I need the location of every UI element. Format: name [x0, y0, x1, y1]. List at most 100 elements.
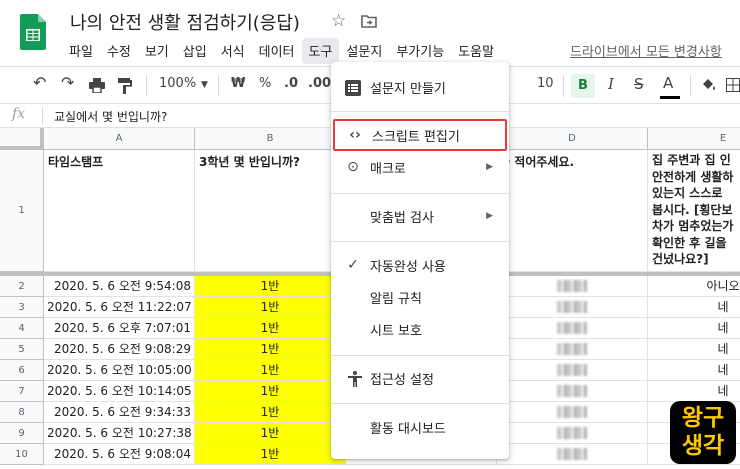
strikethrough-button[interactable]: S [634, 75, 644, 93]
menu-item-create-form[interactable]: 설문지 만들기 [331, 71, 509, 103]
timestamp-cell[interactable]: 2020. 5. 6 오전 10:27:38 [44, 423, 195, 444]
name-cell[interactable] [497, 297, 648, 318]
name-cell[interactable] [497, 423, 648, 444]
zoom-dropdown-icon[interactable]: ▼ [201, 80, 208, 90]
header-cell-name[interactable]: 이름을 적어주세요. [497, 150, 648, 272]
name-cell[interactable] [497, 381, 648, 402]
row-header[interactable]: 3 [0, 297, 44, 318]
document-title[interactable]: 나의 안전 생활 점검하기(응답) [70, 9, 300, 35]
timestamp-cell[interactable]: 2020. 5. 6 오전 11:22:07 [44, 297, 195, 318]
menu-addons[interactable]: 부가기능 [389, 38, 451, 64]
menu-item-activity-dashboard[interactable]: 활동 대시보드 [331, 411, 509, 443]
borders-icon[interactable] [726, 78, 740, 92]
redo-icon[interactable]: ↷ [61, 73, 74, 92]
menu-item-label: 시트 보호 [370, 323, 422, 339]
menu-view[interactable]: 보기 [138, 38, 176, 64]
name-cell[interactable] [497, 318, 648, 339]
menu-item-accessibility[interactable]: 접근성 설정 [331, 362, 509, 394]
name-cell[interactable] [497, 444, 648, 465]
row-header[interactable]: 4 [0, 318, 44, 339]
menu-edit[interactable]: 수정 [100, 38, 138, 64]
text-color-button[interactable]: A [663, 74, 673, 92]
timestamp-cell[interactable]: 2020. 5. 6 오전 9:34:33 [44, 402, 195, 423]
class-cell[interactable]: 1반 [195, 318, 346, 339]
italic-button[interactable]: I [608, 75, 614, 93]
timestamp-cell[interactable]: 2020. 5. 6 오전 9:08:04 [44, 444, 195, 465]
decrease-decimal-button[interactable]: .0 [284, 76, 298, 91]
class-cell[interactable]: 1반 [195, 402, 346, 423]
class-cell[interactable]: 1반 [195, 276, 346, 297]
answer-cell[interactable]: 아니오 [648, 276, 740, 297]
class-cell[interactable]: 1반 [195, 360, 346, 381]
column-header-e[interactable]: E [648, 128, 740, 150]
class-cell[interactable]: 1반 [195, 381, 346, 402]
timestamp-cell[interactable]: 2020. 5. 6 오후 7:07:01 [44, 318, 195, 339]
class-cell[interactable]: 1반 [195, 423, 346, 444]
font-size-select[interactable]: 10 [537, 76, 554, 91]
row-header[interactable]: 8 [0, 402, 44, 423]
timestamp-cell[interactable]: 2020. 5. 6 오전 10:05:00 [44, 360, 195, 381]
menu-file[interactable]: 파일 [62, 38, 100, 64]
header-cell-class[interactable]: 3학년 몇 반입니까? [195, 150, 346, 272]
percent-format-button[interactable]: % [259, 76, 271, 91]
row-header[interactable]: 1 [0, 150, 44, 272]
row-header[interactable]: 10 [0, 444, 44, 465]
menu-item-macros[interactable]: ⊙ 매크로 ▶ [331, 151, 509, 183]
answer-cell[interactable]: 네 [648, 297, 740, 318]
redacted-name [557, 364, 587, 376]
menu-form[interactable]: 설문지 [339, 38, 389, 64]
timestamp-cell[interactable]: 2020. 5. 6 오전 9:08:29 [44, 339, 195, 360]
answer-cell[interactable]: 네 [648, 381, 740, 402]
row-header[interactable]: 7 [0, 381, 44, 402]
menu-item-autocomplete[interactable]: ✓ 자동완성 사용 [331, 249, 509, 281]
formula-input[interactable]: 교실에서 몇 번입니까? [54, 108, 167, 125]
menu-item-label: 접근성 설정 [370, 372, 434, 388]
currency-format-button[interactable]: ₩ [231, 76, 245, 91]
column-header-b[interactable]: B [195, 128, 346, 150]
undo-icon[interactable]: ↶ [33, 73, 46, 92]
move-folder-icon[interactable] [361, 15, 377, 28]
header-cell-question[interactable]: 집 주변과 집 인 안전하게 생활하 있는지 스스로 봅시다. [횡단보 차가 … [648, 150, 740, 272]
column-header-a[interactable]: A [44, 128, 195, 150]
name-cell[interactable] [497, 360, 648, 381]
class-cell[interactable]: 1반 [195, 339, 346, 360]
row-header[interactable]: 2 [0, 276, 44, 297]
answer-cell[interactable]: 네 [648, 339, 740, 360]
answer-cell[interactable]: 네 [648, 360, 740, 381]
menu-item-notification-rules[interactable]: 알림 규칙 [331, 281, 509, 313]
row-header[interactable]: 9 [0, 423, 44, 444]
row-header[interactable]: 5 [0, 339, 44, 360]
class-cell[interactable]: 1반 [195, 297, 346, 318]
redacted-name [557, 427, 587, 439]
name-cell[interactable] [497, 339, 648, 360]
menu-tools[interactable]: 도구 [301, 38, 340, 64]
menu-data[interactable]: 데이터 [252, 38, 302, 64]
menu-help[interactable]: 도움말 [451, 38, 501, 64]
bold-button[interactable]: B [571, 74, 595, 98]
menu-item-spelling[interactable]: 맞춤법 검사 ▶ [331, 200, 509, 232]
sheets-logo-icon[interactable] [20, 14, 46, 50]
name-cell[interactable] [497, 276, 648, 297]
zoom-select[interactable]: 100% [159, 76, 196, 91]
menu-format[interactable]: 서식 [214, 38, 252, 64]
column-header-d[interactable]: D [497, 128, 648, 150]
star-icon[interactable]: ☆ [331, 11, 346, 31]
answer-cell[interactable]: 네 [648, 318, 740, 339]
check-icon: ✓ [347, 257, 359, 273]
paint-format-icon[interactable] [118, 78, 132, 94]
timestamp-cell[interactable]: 2020. 5. 6 오전 10:14:05 [44, 381, 195, 402]
header-cell-timestamp[interactable]: 타임스탬프 [44, 150, 195, 272]
print-icon[interactable] [89, 78, 105, 93]
menu-item-protect-sheet[interactable]: 시트 보호 [331, 313, 509, 345]
redacted-name [557, 322, 587, 334]
menu-item-script-editor[interactable]: ‹› 스크립트 편집기 [333, 119, 507, 151]
fill-color-icon[interactable] [701, 78, 717, 93]
row-header[interactable]: 6 [0, 360, 44, 381]
select-all-corner[interactable] [0, 128, 44, 150]
class-cell[interactable]: 1반 [195, 444, 346, 465]
save-status-link[interactable]: 드라이브에서 모든 변경사항 [570, 41, 722, 60]
menu-insert[interactable]: 삽입 [176, 38, 214, 64]
timestamp-cell[interactable]: 2020. 5. 6 오전 9:54:08 [44, 276, 195, 297]
name-cell[interactable] [497, 402, 648, 423]
increase-decimal-button[interactable]: .00 [308, 76, 331, 91]
